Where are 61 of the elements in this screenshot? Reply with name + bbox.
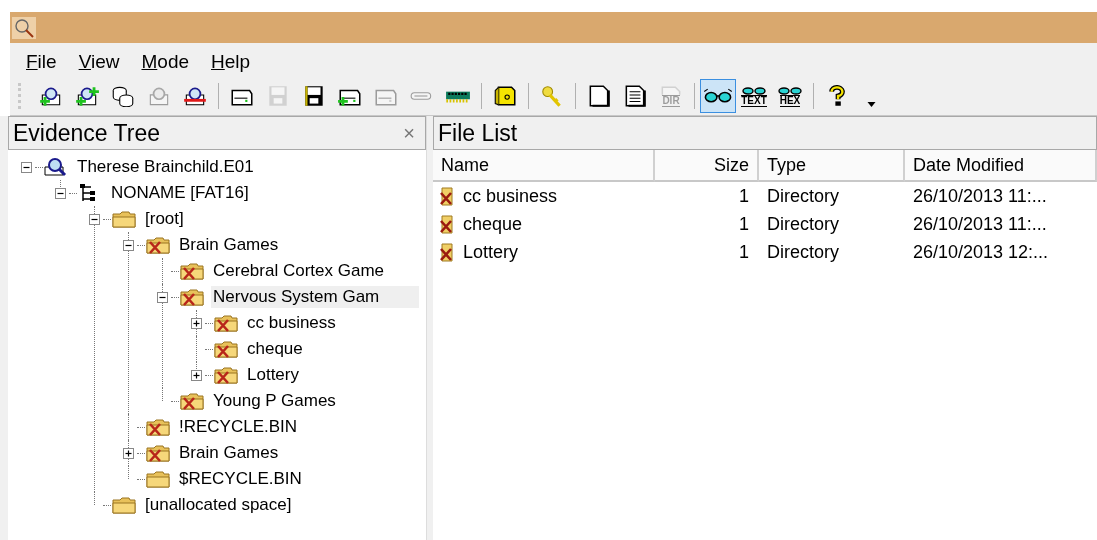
toolbar-button[interactable]: TEXT <box>736 79 772 113</box>
menu-item[interactable]: View <box>78 51 120 77</box>
expand-icon[interactable] <box>191 369 202 381</box>
safe-icon <box>492 85 518 107</box>
tree-item[interactable]: !RECYCLE.BIN <box>177 416 300 438</box>
magnifier-drive-icon <box>43 157 69 177</box>
collapse-icon[interactable] <box>21 161 32 173</box>
table-cell-text: 26/10/2013 11:... <box>912 212 1048 236</box>
collapse-icon[interactable] <box>157 291 168 303</box>
tree-item[interactable]: cc business <box>245 312 338 334</box>
close-button[interactable]: × <box>399 121 419 145</box>
magnifier-icon <box>12 15 36 40</box>
tree-item[interactable]: Young P Games <box>211 390 338 412</box>
table-cell-text: 26/10/2013 12:... <box>912 240 1050 264</box>
expand-icon[interactable] <box>123 447 134 459</box>
remove-drive-icon <box>182 85 208 107</box>
collapse-icon[interactable] <box>123 239 134 251</box>
column-header[interactable]: Date Modified <box>905 150 1097 182</box>
collapse-icon[interactable] <box>55 187 66 199</box>
menu-item[interactable]: File <box>26 51 57 77</box>
column-header[interactable]: Type <box>759 150 905 182</box>
icon-label: TEXT <box>741 94 767 107</box>
expand-icon[interactable] <box>191 317 202 329</box>
table-cell-text: Directory <box>766 240 840 264</box>
glasses-icon <box>703 88 733 104</box>
table-cell-text: 1 <box>738 212 750 236</box>
tree-item[interactable]: [unallocated space] <box>143 494 294 516</box>
add-drive-icon <box>74 85 100 107</box>
table-cell-text: Directory <box>766 184 840 208</box>
file-name[interactable]: Lottery <box>463 241 519 263</box>
column-header[interactable]: Size <box>655 150 759 182</box>
tree-item[interactable]: Cerebral Cortex Game <box>211 260 386 282</box>
column-header[interactable]: Name <box>433 150 655 182</box>
tree-item[interactable]: Therese Brainchild.E01 <box>75 156 256 178</box>
collapse-icon[interactable] <box>89 213 100 225</box>
table-cell-text: Directory <box>766 212 840 236</box>
table-cell-text: 26/10/2013 11:... <box>912 184 1048 208</box>
toolbar-button[interactable] <box>700 79 736 113</box>
tree-item[interactable]: cheque <box>245 338 305 360</box>
file-name[interactable]: cc business <box>463 185 558 207</box>
table-cell-text: 1 <box>738 184 750 208</box>
tree-item[interactable]: $RECYCLE.BIN <box>177 468 304 490</box>
menu-item[interactable]: Help <box>211 51 251 77</box>
tree-item[interactable]: Nervous System Gam <box>211 286 420 308</box>
pane-title: File List <box>438 119 518 147</box>
databases-icon <box>110 85 136 107</box>
icon-label: HEX <box>779 94 801 107</box>
icon-label: DIR <box>662 94 680 107</box>
tree-item[interactable]: Brain Games <box>177 442 281 464</box>
file-name[interactable]: cheque <box>463 213 523 235</box>
menu-item[interactable]: Mode <box>141 51 189 77</box>
tree-item[interactable]: Brain Games <box>177 234 281 256</box>
caret-icon[interactable] <box>867 101 876 107</box>
tree-item[interactable]: [root] <box>143 208 186 230</box>
glasses-icon <box>741 85 767 95</box>
table-cell-text: 1 <box>738 240 750 264</box>
glasses-icon <box>777 85 803 95</box>
tree-item[interactable]: Lottery <box>245 364 301 386</box>
toolbar-button[interactable]: HEX <box>772 79 808 113</box>
tree-item[interactable]: NONAME [FAT16] <box>109 182 251 204</box>
pane-title: Evidence Tree <box>13 119 161 147</box>
